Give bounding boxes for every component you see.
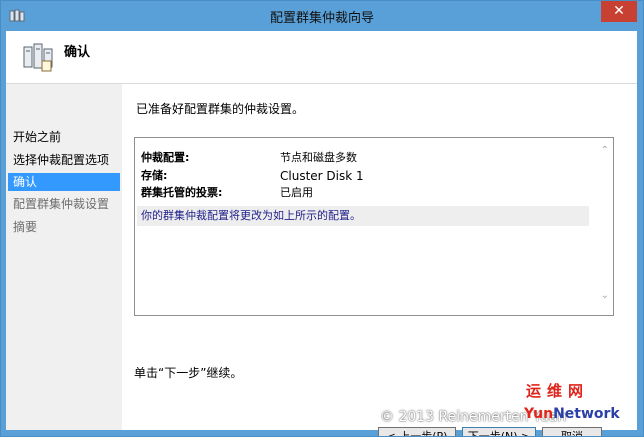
- logo-text-yun: Yun: [524, 406, 554, 422]
- cluster-servers-icon: [23, 43, 53, 72]
- summary-list[interactable]: 仲裁配置: 节点和磁盘多数 存储: Cluster Disk 1 群集托管的投票…: [134, 137, 614, 316]
- intro-text: 已准备好配置群集的仲裁设置。: [136, 102, 305, 116]
- previous-button[interactable]: < 上一步(P): [378, 427, 456, 436]
- main-panel: 已准备好配置群集的仲裁设置。 仲裁配置: 节点和磁盘多数 存储: Cluster…: [122, 84, 637, 436]
- nav-item-summary: 摘要: [13, 220, 38, 234]
- logo-text-network: Network: [553, 406, 620, 422]
- close-button[interactable]: ✕: [601, 1, 637, 22]
- summary-value: 已启用: [280, 186, 313, 199]
- summary-value: Cluster Disk 1: [280, 169, 364, 183]
- wizard-content: 确认 开始之前 选择仲裁配置选项 确认 配置群集仲裁设置 摘要 已准备好配置群集…: [6, 31, 637, 436]
- title-bar[interactable]: 配置群集仲裁向导 ✕: [1, 1, 643, 31]
- summary-row: 仲裁配置: 节点和磁盘多数: [141, 150, 581, 166]
- wizard-window: 配置群集仲裁向导 ✕ 确认 开始之前 选择仲裁配置选项 确认 配置群集仲裁设置 …: [0, 0, 644, 437]
- site-logo: 运维网 YunNetwork: [524, 380, 640, 434]
- page-title: 确认: [64, 45, 91, 60]
- continue-instruction: 单击“下一步”继续。: [134, 366, 243, 380]
- window-title: 配置群集仲裁向导: [269, 11, 374, 26]
- scroll-down-arrow-icon[interactable]: ⌄: [601, 290, 609, 301]
- summary-row: 存储: Cluster Disk 1: [141, 168, 581, 184]
- summary-row: 群集托管的投票: 已启用: [141, 185, 581, 201]
- nav-item-configure-quorum-settings: 配置群集仲裁设置: [13, 197, 110, 211]
- change-notice: 你的群集仲裁配置将更改为如上所示的配置。: [137, 206, 589, 226]
- summary-key: 仲裁配置:: [141, 151, 190, 164]
- scroll-up-arrow-icon[interactable]: ⌃: [601, 145, 609, 156]
- nav-item-select-quorum-option[interactable]: 选择仲裁配置选项: [8, 151, 120, 169]
- summary-key: 存储:: [141, 169, 168, 182]
- nav-item-confirmation[interactable]: 确认: [8, 173, 120, 191]
- summary-value: 节点和磁盘多数: [280, 151, 357, 164]
- logo-chinese-text: 运维网: [526, 382, 590, 400]
- wizard-steps-nav: 开始之前 选择仲裁配置选项 确认 配置群集仲裁设置 摘要: [6, 84, 120, 430]
- logo-english-text: YunNetwork: [524, 406, 620, 422]
- nav-item-before-you-begin[interactable]: 开始之前: [8, 128, 120, 146]
- page-header: 确认: [6, 31, 637, 84]
- summary-key: 群集托管的投票:: [141, 186, 223, 199]
